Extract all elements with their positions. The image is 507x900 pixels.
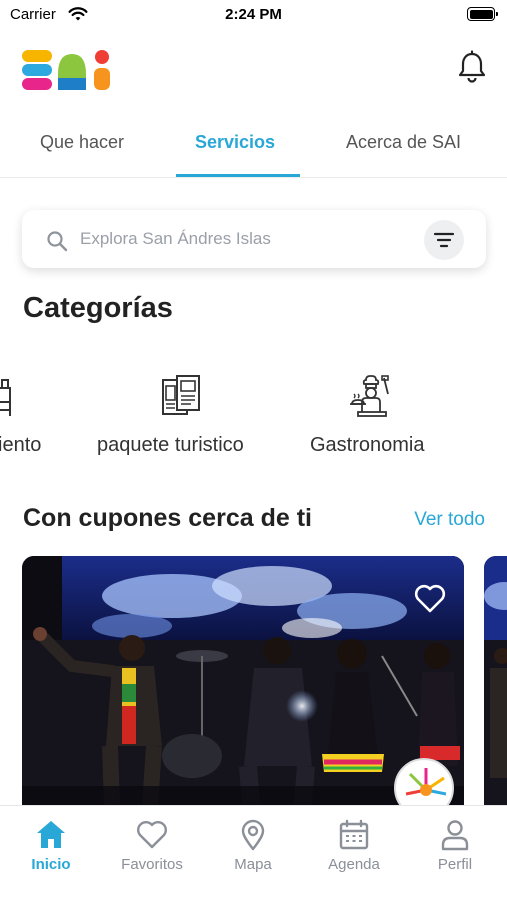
nav-mapa[interactable]: Mapa: [203, 818, 303, 873]
brochure-icon: [162, 375, 200, 415]
category-gastronomia[interactable]: [348, 372, 396, 420]
category-label-alojamiento: iento: [0, 434, 42, 456]
tab-que-hacer[interactable]: Que hacer: [40, 132, 124, 153]
filter-icon: [433, 232, 455, 248]
category-paquete-turistico[interactable]: [157, 372, 205, 420]
bottom-navigation: Inicio Favoritos Mapa Agenda Perfil: [0, 805, 507, 900]
hotel-bed-icon: [0, 379, 11, 416]
tab-acerca-de-sai[interactable]: Acerca de SAI: [346, 132, 461, 153]
search-icon: [47, 231, 68, 252]
heart-icon: [137, 821, 167, 849]
coupons-title: Con cupones cerca de ti: [23, 504, 312, 532]
nav-agenda[interactable]: Agenda: [304, 818, 404, 873]
map-pin-icon: [241, 819, 265, 851]
nav-label-agenda: Agenda: [328, 856, 380, 873]
search-bar: [22, 210, 486, 268]
user-icon: [441, 820, 469, 851]
category-label-paquete-turistico: paquete turistico: [97, 434, 244, 456]
filter-button[interactable]: [424, 220, 464, 260]
nav-favoritos[interactable]: Favoritos: [102, 818, 202, 873]
active-tab-indicator: [176, 174, 300, 177]
nav-label-inicio: Inicio: [31, 856, 71, 873]
status-bar: Carrier 2:24 PM: [0, 0, 507, 30]
search-input[interactable]: [80, 218, 410, 260]
clock: 2:24 PM: [225, 6, 282, 23]
battery-icon: [467, 7, 498, 21]
nav-label-favoritos: Favoritos: [121, 856, 183, 873]
categories-title: Categorías: [23, 292, 173, 324]
favorite-heart-icon[interactable]: [414, 584, 446, 614]
notification-bell-icon[interactable]: [456, 50, 488, 84]
sai-logo[interactable]: [22, 48, 114, 92]
nav-label-perfil: Perfil: [437, 856, 473, 873]
nav-perfil[interactable]: Perfil: [405, 818, 505, 873]
coupon-card[interactable]: [22, 556, 464, 826]
home-icon: [37, 821, 65, 848]
top-tabs: Que hacer Servicios Acerca de SAI: [0, 118, 507, 178]
category-label-gastronomia: Gastronomia: [310, 434, 425, 456]
nav-label-mapa: Mapa: [234, 856, 272, 873]
tab-servicios[interactable]: Servicios: [195, 132, 275, 153]
see-all-link[interactable]: Ver todo: [414, 509, 485, 531]
category-alojamiento[interactable]: [0, 372, 14, 420]
nav-inicio[interactable]: Inicio: [1, 818, 101, 873]
chef-icon: [350, 375, 389, 417]
concert-photo-next: [484, 556, 507, 826]
coupon-card-next[interactable]: [484, 556, 507, 826]
calendar-icon: [339, 819, 369, 850]
